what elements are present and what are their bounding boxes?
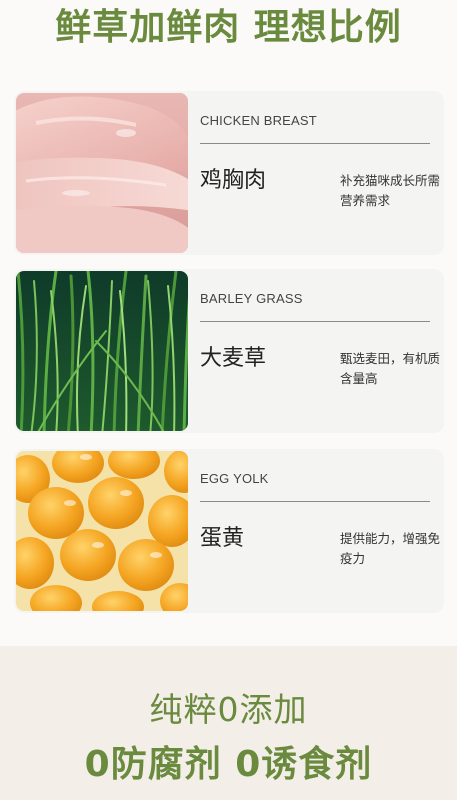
divider (200, 321, 430, 322)
no-additives-heading: 纯粹0添加 (149, 690, 308, 729)
ingredient-chinese-name: 大麦草 (200, 346, 267, 371)
egg-yolk-image (16, 451, 188, 611)
barley-grass-image (16, 271, 188, 431)
ingredient-english-name: EGG YOLK (200, 471, 269, 486)
ingredient-description: 甄选麦田，有机质含量高 (340, 351, 441, 386)
ingredient-description: 补充猫咪成长所需营养需求 (340, 173, 441, 208)
ingredient-english-name: BARLEY GRASS (200, 291, 303, 306)
page-title: 鲜草加鲜肉 理想比例 (55, 7, 402, 48)
barley-grass-photo (16, 271, 188, 431)
footer-panel: 纯粹0添加 0防腐剂 0诱食剂 (0, 646, 457, 800)
ingredient-chinese-name: 蛋黄 (200, 526, 245, 551)
ingredient-card-egg-yolk: EGG YOLK 蛋黄 提供能力，增强免疫力 (14, 449, 444, 613)
ingredient-card-barley: BARLEY GRASS 大麦草 甄选麦田，有机质含量高 (14, 269, 444, 433)
chicken-breast-photo (16, 93, 188, 253)
egg-yolk-photo (16, 451, 188, 611)
no-preservatives-heading: 0防腐剂 0诱食剂 (84, 744, 373, 785)
ingredient-description: 提供能力，增强免疫力 (340, 531, 441, 566)
chicken-breast-image (16, 93, 188, 253)
ingredient-card-chicken: CHICKEN BREAST 鸡胸肉 补充猫咪成长所需营养需求 (14, 91, 444, 255)
ingredient-english-name: CHICKEN BREAST (200, 113, 317, 128)
divider (200, 501, 430, 502)
divider (200, 143, 430, 144)
ingredient-chinese-name: 鸡胸肉 (200, 168, 267, 193)
